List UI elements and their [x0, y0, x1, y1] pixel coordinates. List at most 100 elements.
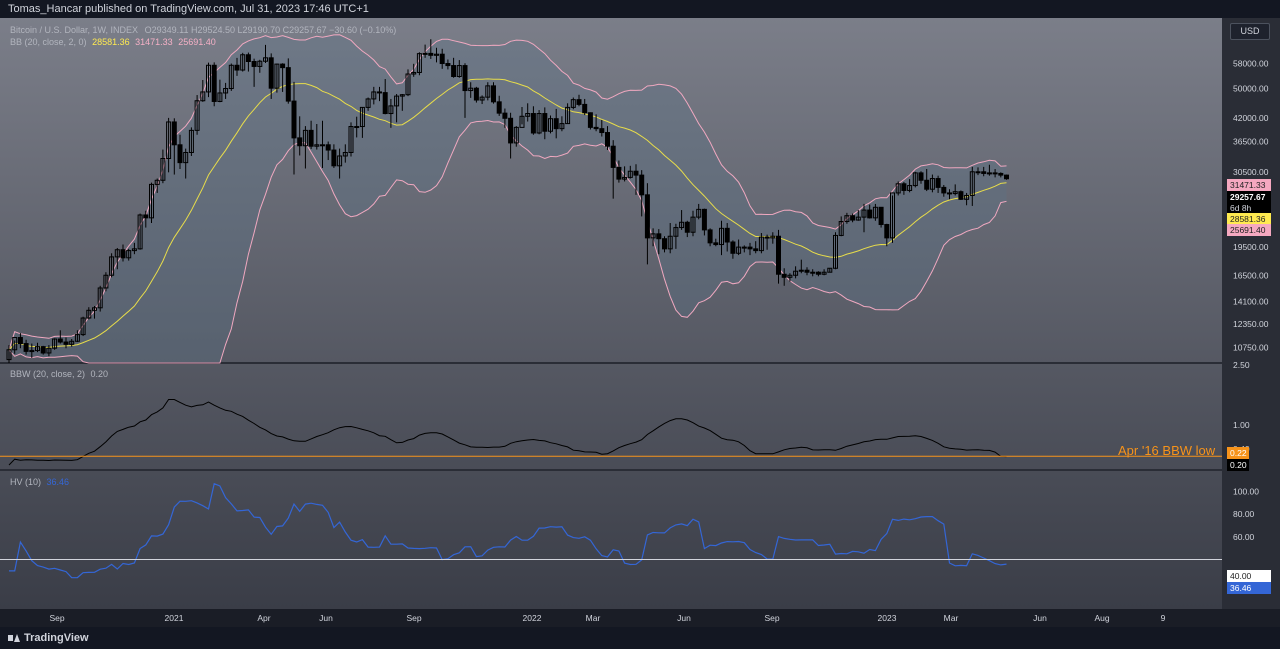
low-value: 29190.70 — [242, 25, 281, 35]
hv-level-tag: 40.00 — [1227, 570, 1271, 582]
hv-value: 36.46 — [46, 477, 70, 487]
candle-body — [662, 238, 667, 250]
candle-body — [878, 206, 884, 226]
candle-body — [804, 269, 810, 273]
chart-area[interactable]: 70000.0058000.0050000.0042000.0036500.00… — [0, 18, 1280, 627]
candle-body — [901, 183, 907, 191]
candle-body — [530, 113, 536, 134]
bbw-tick-label: 2.50 — [1233, 360, 1250, 370]
publisher-text: Tomas_Hancar published on TradingView.co… — [8, 3, 369, 15]
candle-body — [593, 126, 599, 130]
tradingview-logo[interactable]: TradingView — [8, 632, 89, 644]
candle-body — [542, 113, 548, 132]
candle-body — [320, 144, 325, 147]
candle-body — [947, 192, 952, 195]
candle-body — [798, 269, 804, 272]
candle-body — [439, 53, 445, 65]
candle-body — [422, 52, 428, 55]
bbw-label: BBW (20, close, 2) — [10, 369, 86, 379]
candle-body — [639, 174, 645, 196]
candle-body — [143, 214, 149, 219]
candle-body — [981, 171, 987, 174]
candle-body — [553, 118, 559, 130]
footer: TradingView — [0, 627, 1280, 649]
bbw-value: 0.20 — [90, 369, 109, 379]
candle-body — [582, 103, 588, 114]
currency-button[interactable]: USD — [1230, 23, 1270, 40]
time-tick-label: Sep — [406, 613, 421, 623]
time-tick-label: 2021 — [165, 613, 184, 623]
candle-body — [29, 350, 35, 353]
time-tick-label: 2022 — [523, 613, 542, 623]
candle-body — [177, 144, 183, 164]
price-tick-label: 19500.00 — [1233, 242, 1269, 252]
candle-body — [986, 172, 992, 175]
candle-body — [451, 65, 457, 77]
candle-body — [462, 65, 468, 92]
candle-body — [616, 166, 622, 180]
candle-body — [998, 172, 1004, 176]
change-value: −30.60 (−0.10%) — [329, 25, 397, 35]
candle-body — [656, 233, 662, 240]
publisher-header: Tomas_Hancar published on TradingView.co… — [0, 0, 1280, 18]
candle-body — [587, 112, 593, 128]
candle-body — [382, 92, 388, 115]
time-tick-label: Aug — [1094, 613, 1109, 623]
candle-body — [605, 132, 610, 147]
candle-body — [297, 137, 303, 147]
price-tick-label: 58000.00 — [1233, 59, 1269, 69]
time-tick-label: Sep — [49, 613, 64, 623]
candle-body — [251, 61, 257, 67]
candle-body — [610, 145, 616, 168]
candle-body — [764, 236, 770, 239]
bb-basis-value: 28581.36 — [92, 37, 130, 47]
price-tick-label: 16500.00 — [1233, 270, 1269, 280]
bb-label: BB (20, close, 2, 0) — [10, 37, 87, 47]
close-value: 29257.67 — [289, 25, 327, 35]
candle-body — [599, 128, 605, 134]
candle-body — [268, 57, 274, 89]
bbw-value-tag: 0.20 — [1227, 459, 1249, 471]
bbw-line-tag: 0.22 — [1227, 447, 1249, 459]
candle-body — [644, 194, 650, 239]
open-value: 29349.11 — [151, 25, 189, 35]
candle-body — [753, 248, 759, 252]
brand-label: TradingView — [24, 632, 89, 644]
candle-body — [576, 99, 582, 105]
candle-body — [633, 170, 639, 176]
candle-body — [211, 64, 217, 102]
price-tick-label: 42000.00 — [1233, 113, 1269, 123]
candle-body — [810, 271, 816, 274]
candle-body — [508, 117, 514, 144]
hv-tick-label: 100.00 — [1233, 486, 1259, 496]
candle-body — [867, 209, 873, 219]
candle-body — [992, 172, 998, 175]
hv-label: HV (10) — [10, 477, 42, 487]
bb-upper-value: 31471.33 — [135, 37, 173, 47]
lower-band-tag: 25691.40 — [1227, 224, 1271, 236]
candle-body — [924, 179, 930, 190]
candle-body — [958, 191, 964, 200]
candle-body — [245, 54, 251, 63]
time-tick-label: Jun — [319, 613, 333, 623]
candle-body — [741, 246, 747, 249]
price-tick-label: 50000.00 — [1233, 84, 1269, 94]
candle-body — [171, 121, 177, 146]
main-legend: Bitcoin / U.S. Dollar, 1W, INDEX O29349.… — [10, 25, 396, 35]
tradingview-logo-icon — [8, 633, 20, 643]
bbw-annotation: Apr '16 BBW low — [1118, 443, 1216, 458]
candle-body — [354, 126, 360, 129]
high-value: 29524.50 — [197, 25, 236, 35]
price-tick-label: 30500.00 — [1233, 167, 1269, 177]
candle-body — [40, 346, 46, 354]
upper-band-tag: 31471.33 — [1227, 179, 1271, 191]
candle-body — [280, 63, 286, 69]
hv-value-tag: 36.46 — [1227, 582, 1271, 594]
candle-body — [776, 235, 781, 275]
time-tick-label: 2023 — [878, 613, 897, 623]
candle-body — [975, 171, 981, 174]
candle-body — [291, 100, 297, 139]
candle-body — [325, 144, 331, 151]
candle-body — [918, 172, 924, 181]
candle-body — [473, 87, 479, 101]
